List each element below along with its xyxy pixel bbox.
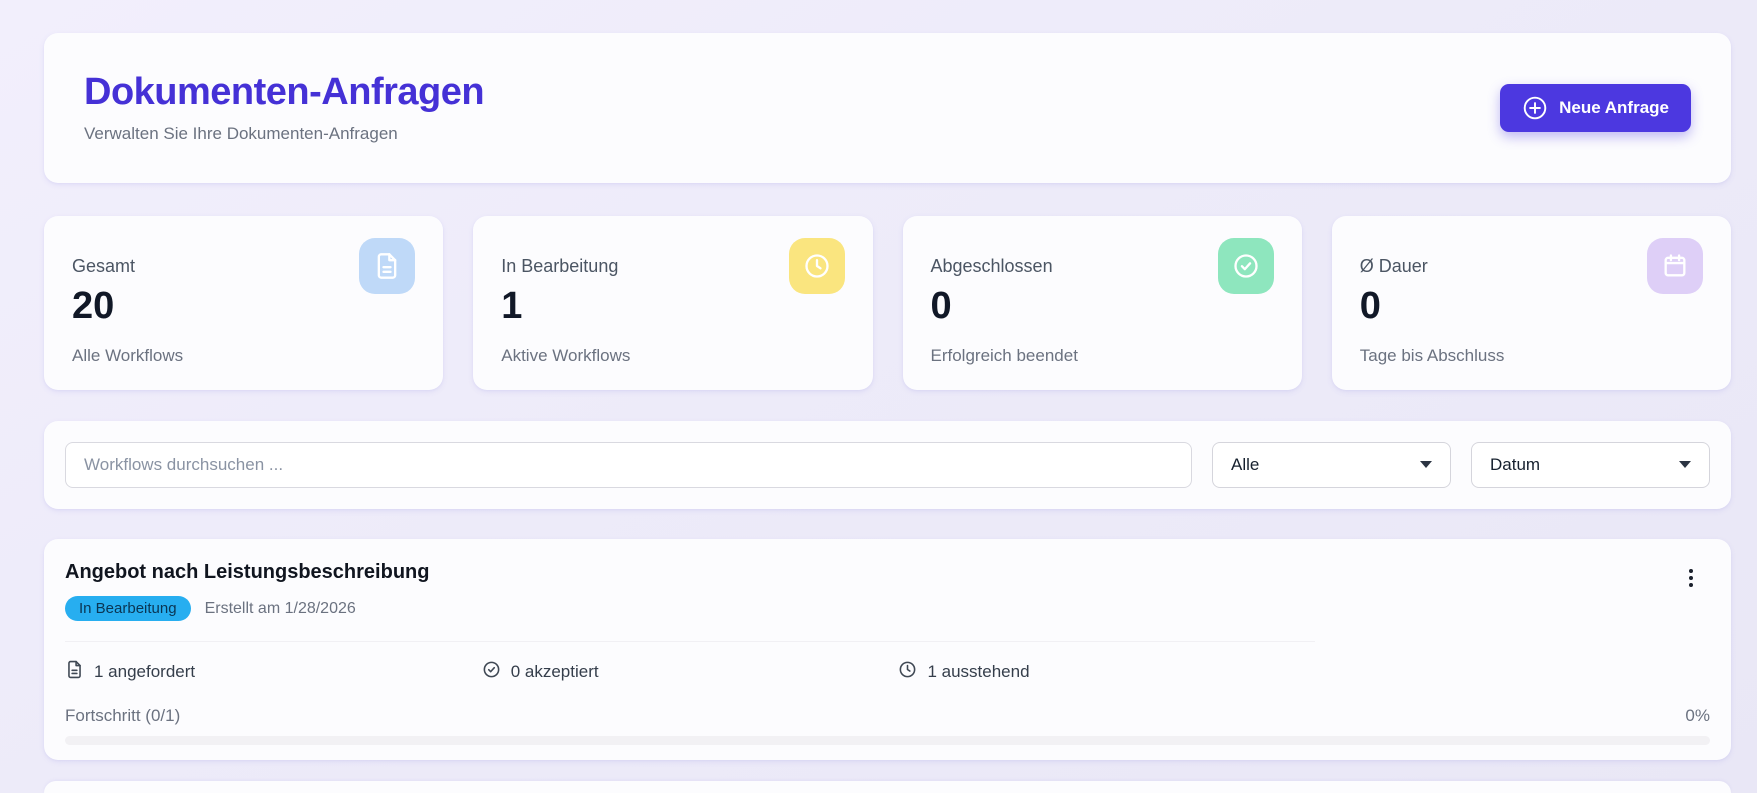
file-text-icon — [359, 237, 416, 294]
stat-sublabel: Tage bis Abschluss — [1359, 345, 1505, 365]
stat-card-total: Gesamt 20 Alle Workflows — [44, 215, 444, 390]
date-filter-value: Datum — [1490, 454, 1541, 474]
stat-value: 20 — [72, 284, 115, 327]
check-circle-icon — [482, 660, 501, 684]
stats-row: Gesamt 20 Alle Workflows In Bearbeitung … — [44, 215, 1731, 390]
next-workflow-card-partial — [44, 781, 1731, 793]
workflow-title-block: Angebot nach Leistungsbeschreibung In Be… — [65, 561, 430, 622]
stat-card-completed: Abgeschlossen 0 Erfolgreich beendet — [902, 215, 1302, 390]
stat-card-in-progress: In Bearbeitung 1 Aktive Workflows — [473, 215, 873, 390]
workflow-card[interactable]: Angebot nach Leistungsbeschreibung In Be… — [44, 539, 1731, 761]
workflow-meta-row: In Bearbeitung Erstellt am 1/28/2026 — [65, 596, 429, 622]
filter-bar: Alle Datum — [44, 420, 1731, 510]
stat-sublabel: Aktive Workflows — [501, 345, 631, 365]
status-filter-select[interactable]: Alle — [1212, 441, 1451, 488]
workflow-menu-button[interactable] — [1678, 561, 1704, 598]
chevron-down-icon — [1679, 461, 1691, 469]
workflow-progress-row: Fortschritt (0/1) 0% — [65, 706, 1710, 726]
clock-icon — [788, 237, 845, 294]
stat-card-avg-duration: Ø Dauer 0 Tage bis Abschluss — [1331, 215, 1731, 390]
progress-label: Fortschritt (0/1) — [65, 706, 181, 726]
progress-bar-track — [65, 736, 1710, 746]
status-badge: In Bearbeitung — [65, 596, 191, 622]
new-request-button[interactable]: Neue Anfrage — [1500, 83, 1691, 132]
workflow-stat-accepted: 0 akzeptiert — [482, 660, 899, 684]
new-request-button-label: Neue Anfrage — [1559, 97, 1669, 117]
header-text-block: Dokumenten-Anfragen Verwalten Sie Ihre D… — [84, 71, 485, 144]
stat-sublabel: Erfolgreich beendet — [930, 345, 1078, 365]
stat-sublabel: Alle Workflows — [72, 345, 184, 365]
chevron-down-icon — [1420, 461, 1432, 469]
workflow-stats-row: 1 angefordert 0 akzeptiert 1 ausstehend — [65, 641, 1316, 684]
page-title: Dokumenten-Anfragen — [84, 71, 485, 114]
progress-percent: 0% — [1685, 706, 1710, 726]
workflow-title: Angebot nach Leistungsbeschreibung — [65, 561, 430, 584]
workflow-stat-label: 1 ausstehend — [927, 662, 1030, 682]
clock-icon — [898, 660, 917, 684]
check-circle-icon — [1217, 237, 1274, 294]
workflow-card-header: Angebot nach Leistungsbeschreibung In Be… — [65, 561, 1710, 622]
workflow-stat-label: 1 angefordert — [94, 662, 196, 682]
stat-value: 0 — [930, 284, 952, 327]
stat-value: 0 — [1359, 284, 1381, 327]
date-filter-select[interactable]: Datum — [1471, 441, 1710, 488]
page-header-card: Dokumenten-Anfragen Verwalten Sie Ihre D… — [44, 33, 1731, 183]
workflow-stat-label: 0 akzeptiert — [510, 662, 599, 682]
plus-circle-icon — [1522, 95, 1548, 121]
status-filter-value: Alle — [1231, 454, 1260, 474]
page-subtitle: Verwalten Sie Ihre Dokumenten-Anfragen — [84, 124, 398, 144]
document-requests-page: Dokumenten-Anfragen Verwalten Sie Ihre D… — [0, 0, 1757, 793]
file-text-icon — [65, 660, 84, 684]
search-input[interactable] — [65, 441, 1192, 488]
kebab-menu-icon — [1682, 569, 1700, 592]
workflow-created-date: Erstellt am 1/28/2026 — [204, 599, 356, 617]
workflow-stat-pending: 1 ausstehend — [898, 660, 1315, 684]
stat-value: 1 — [501, 284, 523, 327]
workflow-stat-requested: 1 angefordert — [65, 660, 482, 684]
calendar-icon — [1647, 237, 1703, 294]
